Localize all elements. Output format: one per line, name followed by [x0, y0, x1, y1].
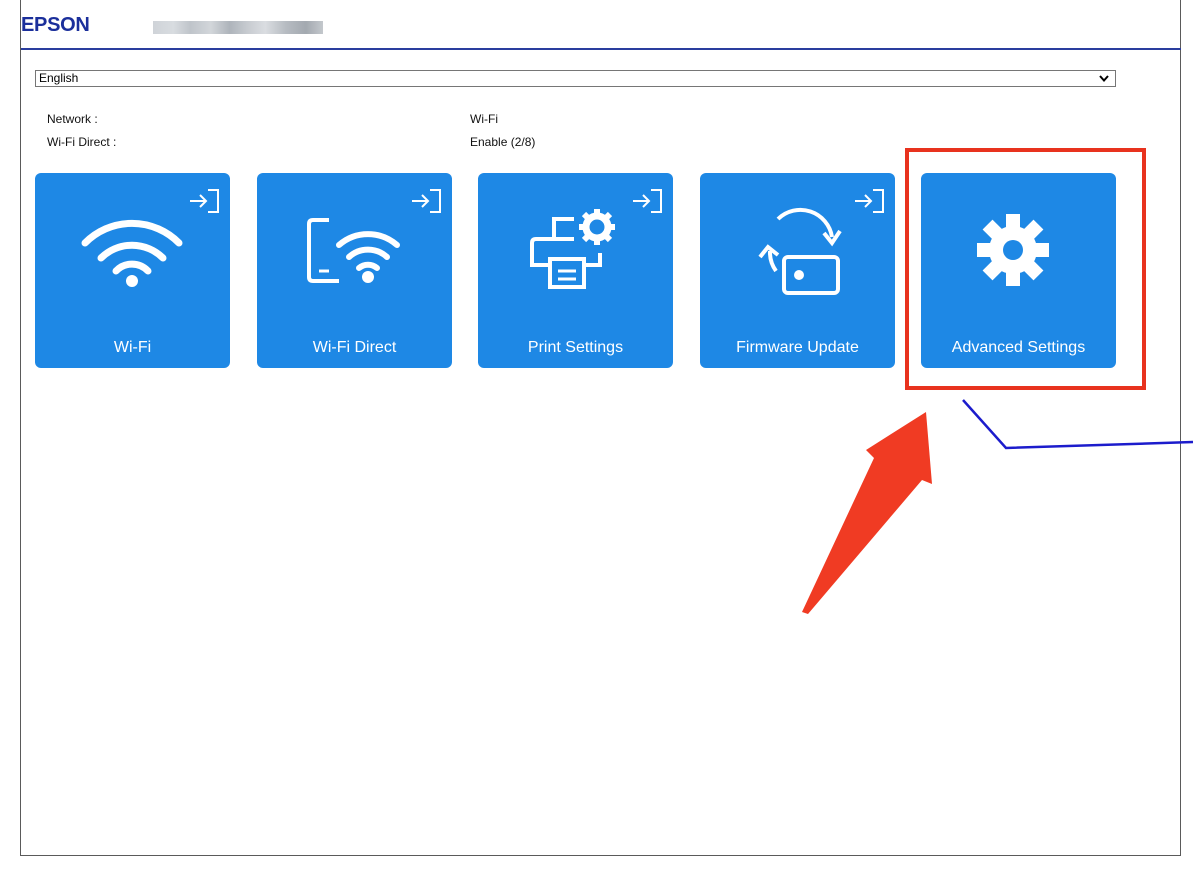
annotation-arrow [802, 412, 932, 614]
annotation-overlay [802, 399, 1194, 614]
annotation-line [962, 399, 1194, 450]
